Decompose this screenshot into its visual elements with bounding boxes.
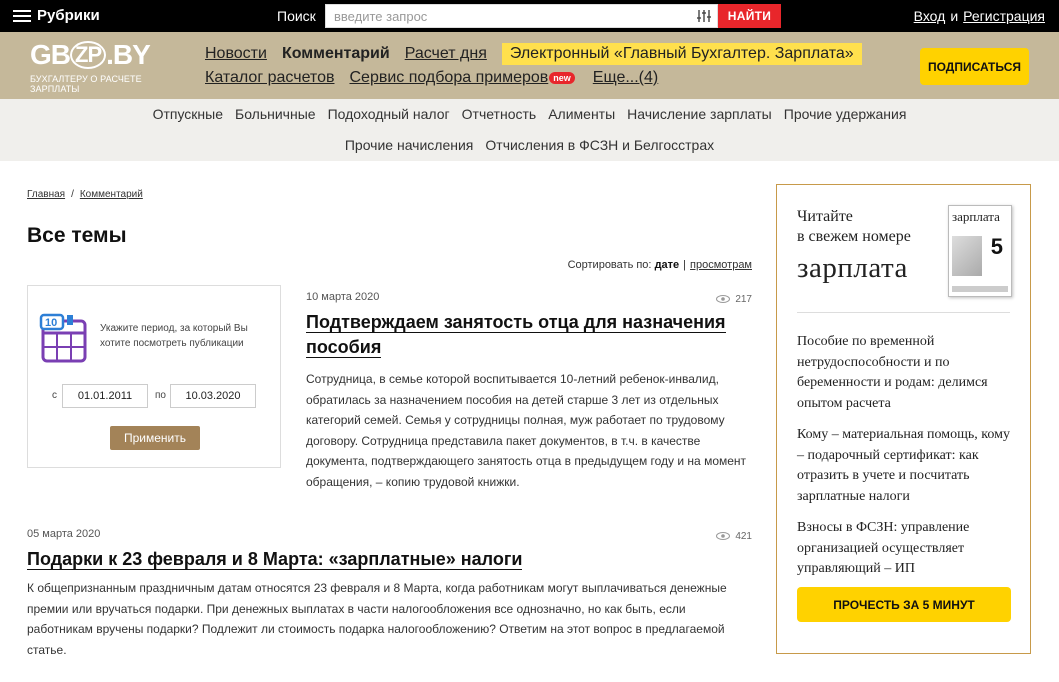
logo-tagline: БУХГАЛТЕРУ О РАСЧЕТЕ ЗАРПЛАТЫ <box>30 74 142 94</box>
eye-icon <box>716 532 731 540</box>
category-income-tax[interactable]: Подоходный налог <box>328 106 450 122</box>
nav-more[interactable]: Еще...(4) <box>593 69 658 87</box>
breadcrumb-home[interactable]: Главная <box>27 189 65 200</box>
sort-by-views[interactable]: просмотрам <box>690 259 752 271</box>
rubrics-menu-button[interactable]: Рубрики <box>13 7 100 24</box>
category-vacation[interactable]: Отпускные <box>153 106 223 122</box>
read-in-5-min-button[interactable]: ПРОЧЕСТЬ ЗА 5 МИНУТ <box>797 587 1011 622</box>
logo-by: .BY <box>106 39 151 70</box>
new-badge: new <box>549 72 575 84</box>
article-excerpt: К общепризнанным праздничным датам относ… <box>27 581 727 657</box>
article-date: 10 марта 2020 <box>306 291 380 303</box>
article-title: Подтверждаем занятость отца для назначен… <box>306 312 726 358</box>
nav-news[interactable]: Новости <box>205 45 267 63</box>
subscribe-button[interactable]: ПОДПИСАТЬСЯ <box>920 48 1029 85</box>
category-fszn[interactable]: Отчисления в ФСЗН и Белгосстрах <box>485 137 714 153</box>
sidebar-divider <box>797 312 1010 313</box>
auth-links: Вход и Регистрация <box>914 8 1045 24</box>
magazine-cover[interactable]: зарплата 5 <box>948 205 1012 297</box>
top-bar: Рубрики Поиск НАЙТИ ВходиРегистрация <box>0 0 1059 32</box>
issue-contents: Пособие по временной нетрудоспособности … <box>797 332 1012 591</box>
period-filter: 10 Укажите период, за который Вы хотите … <box>27 285 281 468</box>
cover-image <box>952 236 982 276</box>
brand-header: GB ZP .BY БУХГАЛТЕРУ О РАСЧЕТЕ ЗАРПЛАТЫ Но… <box>0 32 1059 99</box>
login-link[interactable]: Вход <box>914 8 946 24</box>
view-count: 217 <box>716 291 752 307</box>
view-count-value: 217 <box>735 293 752 305</box>
logo-zp: ZP <box>70 41 107 69</box>
register-link[interactable]: Регистрация <box>963 8 1045 24</box>
svg-text:10: 10 <box>45 317 57 329</box>
magazine-sidebar: Читайте в свежем номере зарплата зарплат… <box>776 184 1031 654</box>
sort-controls: Сортировать по: дате | просмотрам <box>568 259 752 271</box>
rubrics-label: Рубрики <box>37 7 100 24</box>
nav-comment[interactable]: Комментарий <box>282 45 390 63</box>
article-title-link[interactable]: Подтверждаем занятость отца для назначен… <box>306 310 752 360</box>
nav-electronic-edition[interactable]: Электронный «Главный Бухгалтер. Зарплата… <box>501 43 862 65</box>
article-excerpt: Сотрудница, в семье которой воспитываетс… <box>306 372 747 489</box>
eye-icon <box>716 295 731 303</box>
apply-button[interactable]: Применить <box>110 426 200 450</box>
issue-article-link[interactable]: Кому – материальная помощь, кому – подар… <box>797 425 1012 507</box>
category-reporting[interactable]: Отчетность <box>462 106 537 122</box>
nav-calc-catalog[interactable]: Каталог расчетов <box>205 69 334 87</box>
search-input[interactable] <box>325 4 718 28</box>
search-button[interactable]: НАЙТИ <box>718 4 781 28</box>
nav-calc-day[interactable]: Расчет дня <box>405 45 487 63</box>
categories-bar: Отпускные Больничные Подоходный налог От… <box>0 99 1059 161</box>
article-card: 05 марта 2020 421 Подарки к 23 февраля и… <box>27 528 752 660</box>
breadcrumb: Главная / Комментарий <box>27 189 143 200</box>
date-from-input[interactable] <box>62 384 148 408</box>
article-title: Подарки к 23 февраля и 8 Марта: «зарплат… <box>27 549 523 570</box>
sort-label: Сортировать по: <box>567 259 652 271</box>
magazine-logo: зарплата <box>797 252 908 284</box>
cover-footer <box>952 286 1008 292</box>
promo-line-2: в свежем номере <box>797 228 911 245</box>
view-count: 421 <box>716 528 752 544</box>
article-title-link[interactable]: Подарки к 23 февраля и 8 Марта: «зарплат… <box>27 547 752 572</box>
magazine-cover-title: зарплата <box>952 209 1000 224</box>
issue-article-link[interactable]: Взносы в ФСЗН: управление организацией о… <box>797 518 1012 580</box>
filter-sliders-icon[interactable] <box>696 8 712 24</box>
category-sick-leave[interactable]: Больничные <box>235 106 316 122</box>
breadcrumb-current[interactable]: Комментарий <box>80 189 143 200</box>
category-salary[interactable]: Начисление зарплаты <box>627 106 772 122</box>
category-other-deductions[interactable]: Прочие удержания <box>784 106 907 122</box>
main-nav: Новости Комментарий Расчет дня Электронн… <box>205 42 877 90</box>
site-logo[interactable]: GB ZP .BY БУХГАЛТЕРУ О РАСЧЕТЕ ЗАРПЛАТЫ <box>30 39 175 95</box>
nav-example-service[interactable]: Сервис подбора примеров <box>349 69 548 87</box>
calendar-icon: 10 <box>39 313 87 363</box>
date-to-label: по <box>155 390 166 401</box>
category-alimony[interactable]: Алименты <box>548 106 615 122</box>
date-to-input[interactable] <box>170 384 256 408</box>
period-hint: Укажите период, за который Вы хотите пос… <box>100 323 248 349</box>
issue-article-link[interactable]: Пособие по временной нетрудоспособности … <box>797 332 1012 414</box>
view-count-value: 421 <box>735 530 752 542</box>
breadcrumb-sep: / <box>71 189 74 200</box>
sort-separator: | <box>683 259 687 271</box>
hamburger-icon <box>13 9 31 22</box>
article-date: 05 марта 2020 <box>27 528 101 540</box>
search-label: Поиск <box>277 8 316 24</box>
sort-by-date[interactable]: дате <box>655 259 680 271</box>
promo-text: Читайте в свежем номере <box>797 207 911 247</box>
logo-gb: GB <box>30 39 71 70</box>
promo-line-1: Читайте <box>797 208 853 225</box>
page-title: Все темы <box>27 224 127 247</box>
category-other-accruals[interactable]: Прочие начисления <box>345 137 474 153</box>
auth-and: и <box>950 8 959 24</box>
date-from-label: с <box>52 390 57 401</box>
magazine-issue-number: 5 <box>990 234 1003 259</box>
article-card: 10 марта 2020 217 Подтверждаем занятость… <box>306 291 752 492</box>
